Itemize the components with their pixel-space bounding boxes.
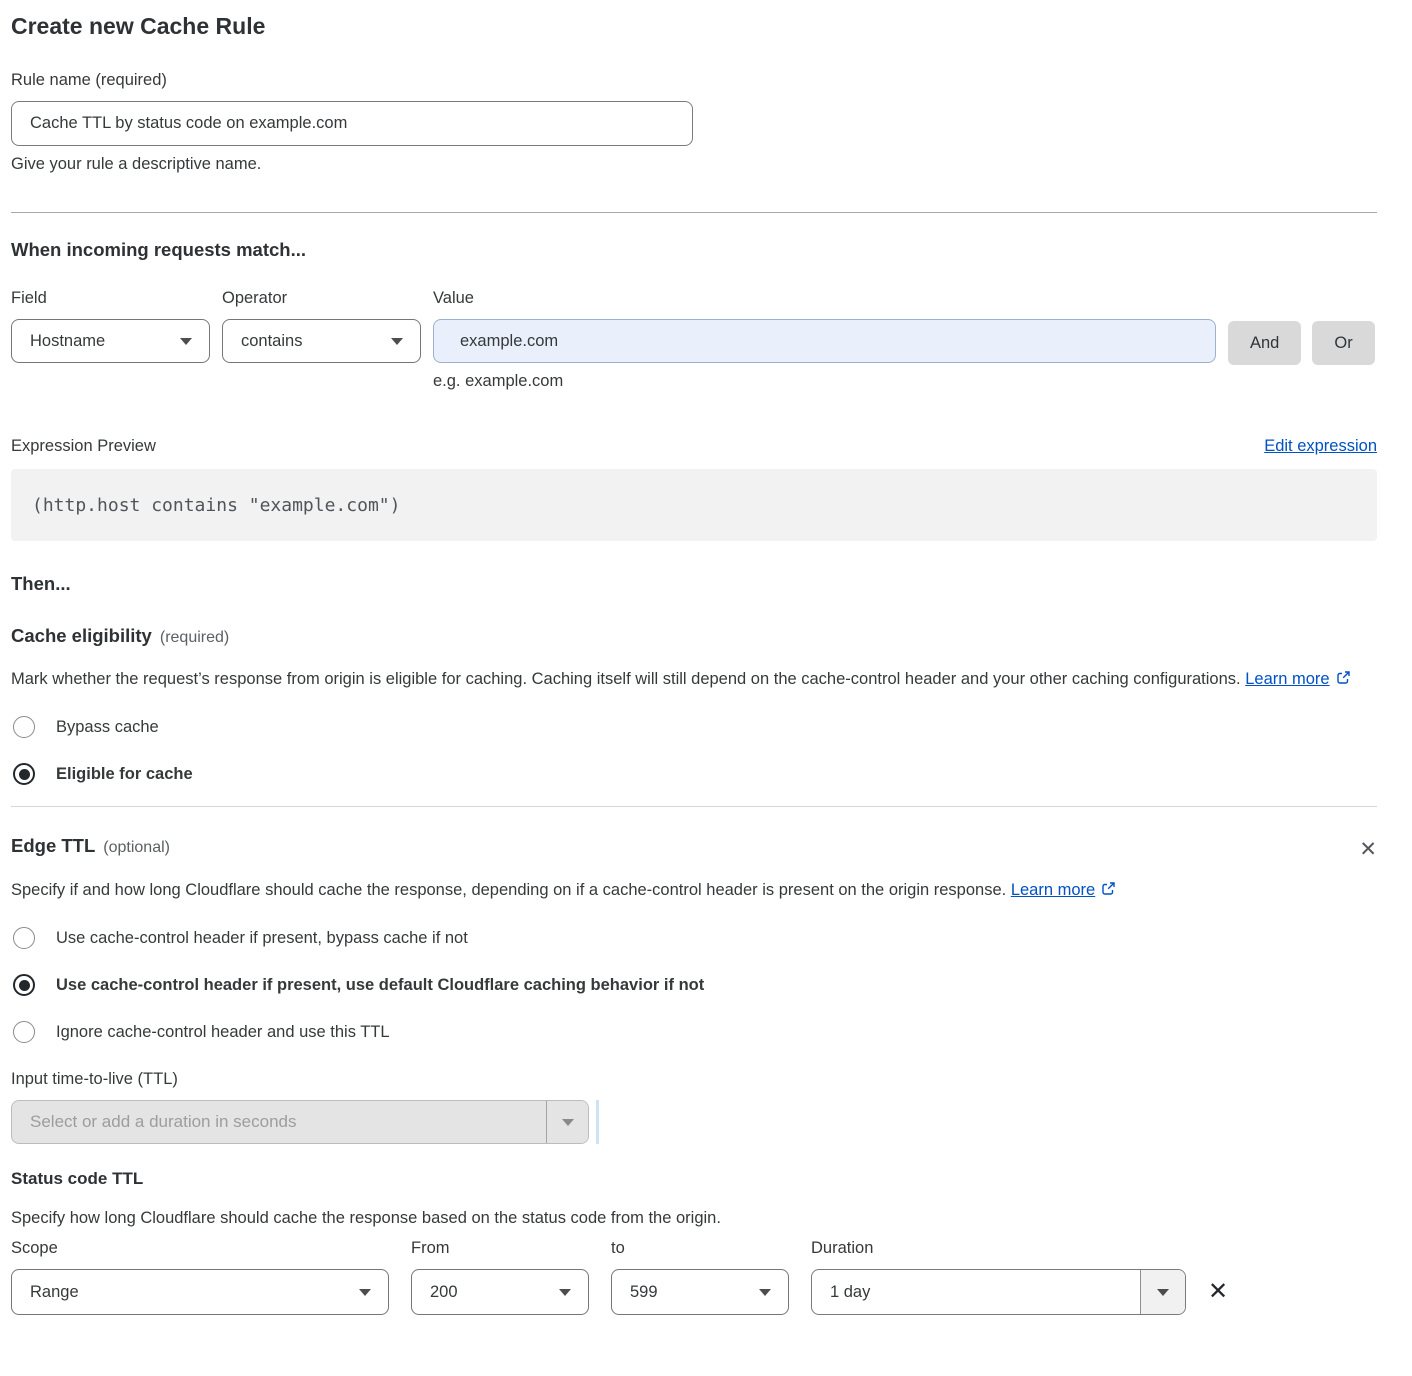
close-icon[interactable]: ✕ — [1359, 839, 1377, 860]
and-button[interactable]: And — [1228, 321, 1301, 365]
radio-option-label: Ignore cache-control header and use this… — [56, 1023, 390, 1042]
match-heading: When incoming requests match... — [11, 239, 1377, 261]
learn-more-link[interactable]: Learn more — [1245, 670, 1329, 688]
operator-select-value: contains — [241, 332, 302, 351]
ttl-duration-select[interactable]: Select or add a duration in seconds — [11, 1100, 589, 1144]
operator-select[interactable]: contains — [222, 319, 421, 363]
scope-select[interactable]: Range — [11, 1269, 389, 1315]
cache-eligibility-description-text: Mark whether the request’s response from… — [11, 670, 1241, 688]
from-column: From 200 — [411, 1239, 589, 1315]
status-code-ttl-description: Specify how long Cloudflare should cache… — [11, 1209, 1377, 1228]
field-select-value: Hostname — [30, 332, 105, 351]
from-label: From — [411, 1239, 589, 1258]
expression-preview-box: (http.host contains "example.com") — [11, 469, 1377, 541]
ttl-input-divider — [596, 1100, 599, 1144]
edit-expression-link[interactable]: Edit expression — [1264, 437, 1377, 456]
edge-ttl-header: Edge TTL (optional) ✕ — [11, 835, 1377, 860]
expression-header: Expression Preview Edit expression — [11, 437, 1377, 456]
from-select-value: 200 — [430, 1283, 458, 1302]
radio-option-bypass-cache[interactable]: Bypass cache — [11, 716, 1377, 738]
create-cache-rule-form: Create new Cache Rule Rule name (require… — [0, 0, 1412, 1315]
chevron-down-icon — [559, 1289, 571, 1296]
external-link-icon — [1101, 877, 1116, 906]
chevron-down-icon — [1157, 1289, 1169, 1296]
ttl-input-group: Input time-to-live (TTL) Select or add a… — [11, 1070, 1377, 1144]
to-select-value: 599 — [630, 1283, 658, 1302]
section-divider-edge-ttl — [11, 806, 1377, 807]
ttl-select-wrap: Select or add a duration in seconds — [11, 1100, 1377, 1144]
radio-option-label: Use cache-control header if present, byp… — [56, 929, 468, 948]
ttl-dropdown-button[interactable] — [546, 1101, 588, 1143]
radio-option-eligible-for-cache[interactable]: Eligible for cache — [11, 763, 1377, 785]
ttl-duration-placeholder: Select or add a duration in seconds — [12, 1101, 546, 1143]
to-column: to 599 — [611, 1239, 789, 1315]
optional-note: (optional) — [103, 839, 170, 857]
field-select[interactable]: Hostname — [11, 319, 210, 363]
duration-label: Duration — [811, 1239, 1186, 1258]
or-button[interactable]: Or — [1312, 321, 1374, 365]
expression-code: (http.host contains "example.com") — [32, 495, 400, 516]
chevron-down-icon — [759, 1289, 771, 1296]
chevron-down-icon — [562, 1119, 574, 1126]
remove-row-icon[interactable]: ✕ — [1208, 1280, 1228, 1304]
status-code-ttl-heading: Status code TTL — [11, 1169, 1377, 1189]
value-help: e.g. example.com — [433, 372, 1216, 391]
page-title: Create new Cache Rule — [11, 13, 1377, 40]
cache-eligibility-heading: Cache eligibility — [11, 625, 152, 647]
required-note: (required) — [160, 629, 229, 647]
chevron-down-icon — [359, 1289, 371, 1296]
learn-more-link[interactable]: Learn more — [1011, 881, 1095, 899]
edge-ttl-description: Specify if and how long Cloudflare shoul… — [11, 876, 1131, 906]
rule-name-group: Rule name (required) Give your rule a de… — [11, 71, 1377, 174]
to-label: to — [611, 1239, 789, 1258]
radio-option-label: Eligible for cache — [56, 765, 193, 784]
chevron-down-icon — [180, 338, 192, 345]
operator-column: Operator contains — [222, 289, 421, 363]
status-code-ttl-row: Scope Range From 200 to 599 Duration 1 d… — [11, 1239, 1377, 1315]
radio-option-cc-bypass[interactable]: Use cache-control header if present, byp… — [11, 927, 1377, 949]
duration-select[interactable]: 1 day — [811, 1269, 1186, 1315]
section-divider-top — [11, 212, 1377, 213]
scope-select-value: Range — [30, 1283, 79, 1302]
edge-ttl-description-text: Specify if and how long Cloudflare shoul… — [11, 881, 1006, 899]
field-label: Field — [11, 289, 210, 308]
from-select[interactable]: 200 — [411, 1269, 589, 1315]
rule-name-input[interactable] — [11, 101, 693, 146]
field-column: Field Hostname — [11, 289, 210, 363]
edge-ttl-heading: Edge TTL — [11, 835, 95, 857]
radio-unselected-icon[interactable] — [13, 1021, 35, 1043]
radio-option-ignore-cc[interactable]: Ignore cache-control header and use this… — [11, 1021, 1377, 1043]
duration-column: Duration 1 day — [811, 1239, 1186, 1315]
scope-label: Scope — [11, 1239, 389, 1258]
rule-name-label: Rule name (required) — [11, 71, 1377, 90]
radio-option-cc-default[interactable]: Use cache-control header if present, use… — [11, 974, 1377, 996]
duration-dropdown-button[interactable] — [1140, 1270, 1185, 1314]
operator-label: Operator — [222, 289, 421, 308]
radio-option-label: Use cache-control header if present, use… — [56, 976, 704, 995]
duration-select-value: 1 day — [812, 1270, 1140, 1314]
value-column: Value e.g. example.com — [433, 289, 1216, 391]
value-input[interactable] — [433, 319, 1216, 363]
expression-preview-label: Expression Preview — [11, 437, 156, 456]
match-row: Field Hostname Operator contains Value e… — [11, 289, 1377, 391]
edge-ttl-heading-group: Edge TTL (optional) — [11, 835, 170, 857]
radio-unselected-icon[interactable] — [13, 927, 35, 949]
scope-column: Scope Range — [11, 1239, 389, 1315]
cache-eligibility-header: Cache eligibility (required) — [11, 625, 1377, 647]
radio-selected-icon[interactable] — [13, 974, 35, 996]
radio-option-label: Bypass cache — [56, 718, 159, 737]
cache-eligibility-description: Mark whether the request’s response from… — [11, 665, 1361, 695]
value-label: Value — [433, 289, 1216, 308]
ttl-input-label: Input time-to-live (TTL) — [11, 1070, 1377, 1089]
radio-selected-icon[interactable] — [13, 763, 35, 785]
chevron-down-icon — [391, 338, 403, 345]
radio-unselected-icon[interactable] — [13, 716, 35, 738]
external-link-icon — [1336, 666, 1351, 695]
to-select[interactable]: 599 — [611, 1269, 789, 1315]
then-heading: Then... — [11, 573, 1377, 595]
rule-name-help: Give your rule a descriptive name. — [11, 155, 1377, 174]
